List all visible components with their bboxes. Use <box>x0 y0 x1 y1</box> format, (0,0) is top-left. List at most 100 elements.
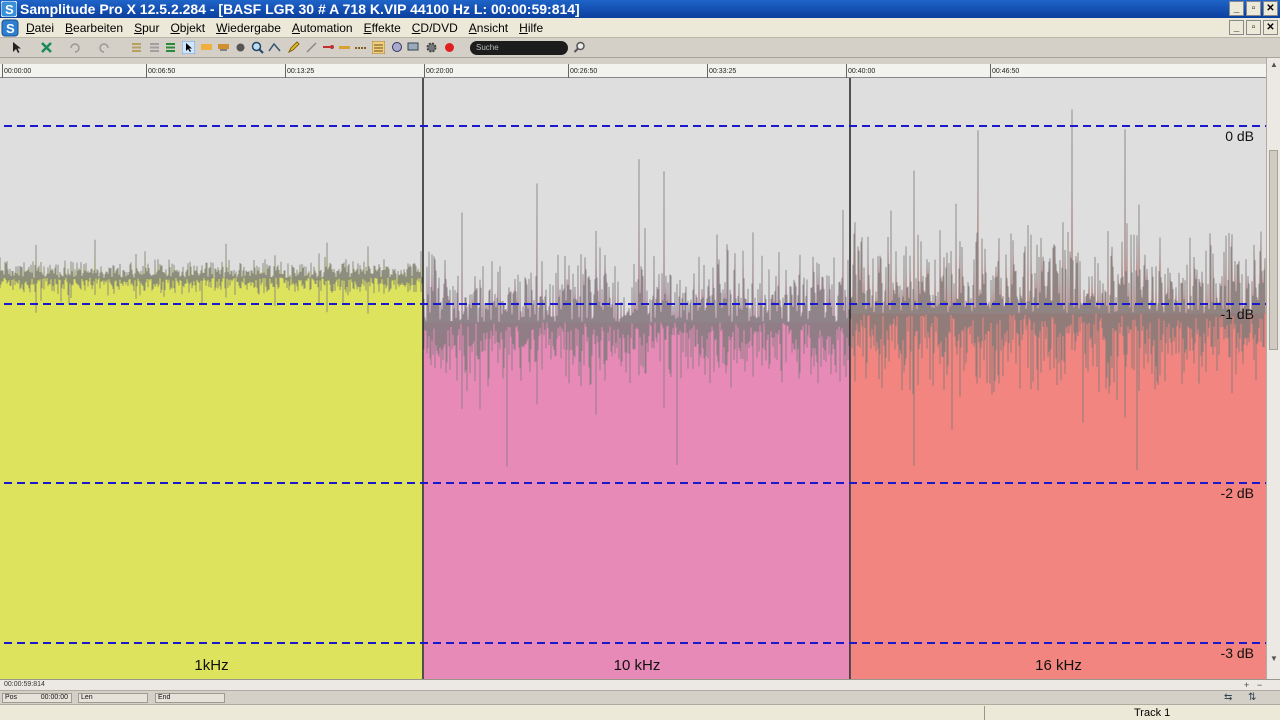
vertical-scroll-thumb[interactable] <box>1269 150 1278 350</box>
ruler-tick <box>285 64 286 78</box>
range-tool-icon[interactable] <box>200 41 213 54</box>
menu-objekt[interactable]: Objekt <box>170 18 205 38</box>
ruler-tick <box>990 64 991 78</box>
pencil-tool-icon[interactable] <box>287 41 300 54</box>
mixer-icon[interactable] <box>164 41 177 54</box>
ruler-tick-label: 00:13:25 <box>287 68 315 75</box>
db-label: -3 dB <box>1221 645 1254 661</box>
select-tool-icon[interactable] <box>182 41 195 54</box>
search-icon[interactable] <box>573 41 586 54</box>
menu-automation[interactable]: Automation <box>292 18 353 38</box>
menu-bearbeiten[interactable]: Bearbeiten <box>65 18 123 38</box>
samplitude-logo-icon: S <box>1 1 17 17</box>
settings-gear-icon[interactable] <box>425 41 438 54</box>
ruler-tick <box>146 64 147 78</box>
pos-field[interactable]: Pos 00:00:00 <box>2 693 72 703</box>
menu-bar: S Datei Bearbeiten Spur Objekt Wiedergab… <box>0 18 1280 38</box>
zoom-tool-icon[interactable] <box>251 41 264 54</box>
svg-text:S: S <box>6 21 15 36</box>
doc-restore-button[interactable]: ▫ <box>1246 20 1261 35</box>
menu-datei[interactable]: Datei <box>26 18 54 38</box>
line-tool-icon[interactable] <box>305 41 318 54</box>
end-field[interactable]: End <box>155 693 225 703</box>
ruler-tick <box>846 64 847 78</box>
pos-value: 00:00:00 <box>40 694 68 701</box>
close-button[interactable]: ✕ <box>1263 1 1278 16</box>
time-ruler[interactable]: 00:00:00 00:06:50 00:13:25 00:20:00 00:26:50… <box>0 64 1266 78</box>
ruler-tick <box>568 64 569 78</box>
cut-tool-icon[interactable] <box>217 41 230 54</box>
title-bar: S Samplitude Pro X 12.5.2.284 - [BASF LG… <box>0 0 1280 18</box>
monitor-icon[interactable] <box>407 41 420 54</box>
minimize-button[interactable]: _ <box>1229 1 1244 16</box>
len-label: Len <box>81 694 93 701</box>
db-label: -1 dB <box>1221 306 1254 322</box>
marker-tool-icon[interactable] <box>372 41 385 54</box>
list-tool-icon[interactable] <box>130 41 143 54</box>
scroll-up-icon[interactable]: ▲ <box>1269 60 1279 70</box>
ruler-tick <box>2 64 3 78</box>
pointer-tool-icon[interactable] <box>10 41 23 54</box>
vertical-scrollbar[interactable]: ▲ ▼ <box>1266 58 1280 679</box>
ruler-tick-label: 00:06:50 <box>148 68 176 75</box>
waveform-segment[interactable] <box>0 239 423 679</box>
db-label: 0 dB <box>1225 128 1254 144</box>
ruler-tick <box>424 64 425 78</box>
ruler-tick-label: 00:46:50 <box>992 68 1020 75</box>
record-icon[interactable] <box>443 41 456 54</box>
vertical-swap-icon[interactable]: ⇅ <box>1248 692 1256 703</box>
track-name: Track 1 <box>1134 707 1171 719</box>
dash-tool-icon[interactable] <box>354 41 367 54</box>
window-title: Samplitude Pro X 12.5.2.284 - [BASF LGR … <box>20 1 580 17</box>
range-status-bar: Pos 00:00:00 Len End ⇆ ⇅ <box>0 690 1280 704</box>
segment-label: 1kHz <box>194 657 228 674</box>
ruler-tick-label: 00:20:00 <box>426 68 454 75</box>
list-tool-2-icon[interactable] <box>148 41 161 54</box>
end-label: End <box>158 694 171 701</box>
segment-label: 10 kHz <box>614 657 661 674</box>
waveform-canvas[interactable]: 1kHz 10 kHz 16 kHz 0 dB -1 dB -2 dB -3 dB <box>0 78 1266 679</box>
pos-label: Pos <box>5 694 18 701</box>
swap-icon[interactable]: ⇆ <box>1224 692 1232 703</box>
samplitude-window: S Samplitude Pro X 12.5.2.284 - [BASF LG… <box>0 0 1280 720</box>
segment-label: 16 kHz <box>1035 657 1082 674</box>
ruler-tick <box>707 64 708 78</box>
redo-icon[interactable] <box>98 41 111 54</box>
waveform-segment[interactable] <box>423 159 850 679</box>
waveform-segment[interactable] <box>850 109 1266 679</box>
cross-tool-icon[interactable] <box>40 41 53 54</box>
svg-text:S: S <box>5 2 14 17</box>
menu-effekte[interactable]: Effekte <box>364 18 401 38</box>
ruler-tick-label: 00:26:50 <box>570 68 598 75</box>
scrub-tool-icon[interactable] <box>234 41 247 54</box>
fade-tool-icon[interactable] <box>338 41 351 54</box>
db-label: -2 dB <box>1221 485 1254 501</box>
doc-minimize-button[interactable]: _ <box>1229 20 1244 35</box>
document-logo-icon[interactable]: S <box>1 19 19 37</box>
menu-wiedergabe[interactable]: Wiedergabe <box>216 18 281 38</box>
curve-tool-icon[interactable] <box>268 41 281 54</box>
zoom-out-icon[interactable]: − <box>1257 680 1262 690</box>
undo-icon[interactable] <box>68 41 81 54</box>
doc-close-button[interactable]: ✕ <box>1263 20 1278 35</box>
menu-spur[interactable]: Spur <box>134 18 159 38</box>
toolbar: Suche <box>0 38 1280 58</box>
ruler-tick-label: 00:00:00 <box>4 68 32 75</box>
menu-ansicht[interactable]: Ansicht <box>469 18 508 38</box>
ruler-tick-label: 00:40:00 <box>848 68 876 75</box>
len-field[interactable]: Len <box>78 693 148 703</box>
menu-cd-dvd[interactable]: CD/DVD <box>412 18 458 38</box>
volume-tool-icon[interactable] <box>322 41 335 54</box>
menu-hilfe[interactable]: Hilfe <box>519 18 543 38</box>
scroll-down-icon[interactable]: ▼ <box>1269 654 1279 664</box>
position-readout: 00:00:59:814 <box>4 681 45 688</box>
search-zoom-icon[interactable] <box>391 41 404 54</box>
waveform-fill <box>0 277 423 679</box>
waveform-view[interactable]: 1kHz 10 kHz 16 kHz 0 dB -1 dB -2 dB -3 dB <box>0 78 1266 679</box>
ruler-tick-label: 00:33:25 <box>709 68 737 75</box>
horizontal-scrollbar[interactable]: 00:00:59:814 + − <box>0 679 1280 690</box>
zoom-in-icon[interactable]: + <box>1244 680 1249 690</box>
bottom-status-bar: Track 1 <box>0 704 1280 720</box>
maximize-button[interactable]: ▫ <box>1246 1 1261 16</box>
search-input[interactable]: Suche <box>470 41 568 55</box>
